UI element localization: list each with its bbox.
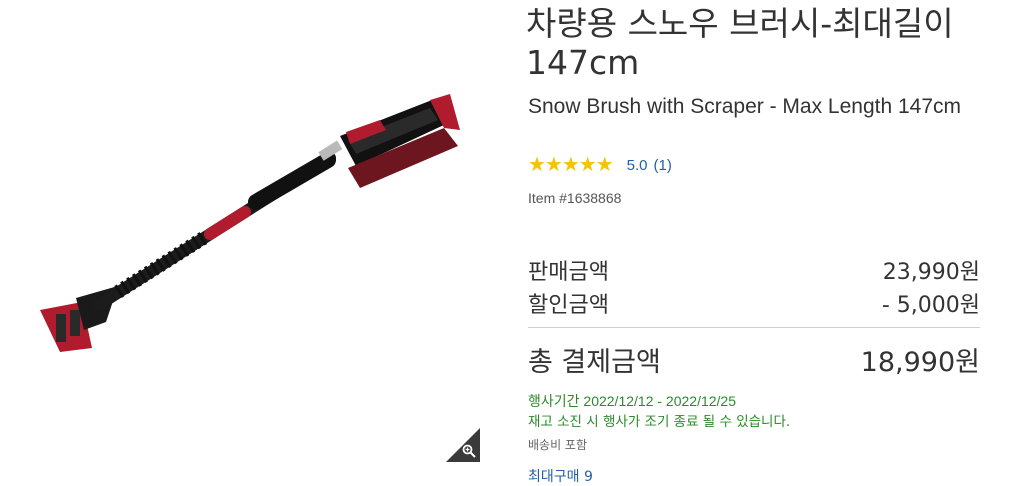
total-price-value: 18,990원 — [860, 347, 980, 378]
product-rating: ★★★★★ 5.0 (1) — [528, 154, 672, 176]
product-image-panel — [0, 0, 480, 476]
zoom-in-icon — [462, 444, 476, 458]
discount-value: - 5,000원 — [881, 293, 980, 318]
zoom-button[interactable] — [446, 428, 480, 462]
promo-notice: 재고 소진 시 행사가 조기 종료 될 수 있습니다. — [528, 414, 791, 430]
rating-stars-icon: ★★★★★ — [528, 154, 614, 176]
sale-price-value: 23,990원 — [882, 260, 980, 285]
product-title-korean: 차량용 스노우 브러시-최대길이147cm — [526, 4, 954, 82]
total-price-row: 총 결제금액 18,990원 — [528, 340, 980, 379]
sale-price-label: 판매금액 — [528, 260, 609, 285]
price-divider — [528, 327, 980, 328]
sale-price-row: 판매금액 23,990원 — [528, 254, 980, 286]
item-number: Item #1638868 — [528, 190, 622, 206]
max-purchase: 최대구매 9 — [528, 469, 593, 485]
total-price-label: 총 결제금액 — [528, 347, 661, 378]
discount-label: 할인금액 — [528, 293, 609, 318]
product-image — [40, 94, 460, 352]
shipping-note: 배송비 포함 — [528, 438, 588, 452]
discount-row: 할인금액 - 5,000원 — [528, 287, 980, 319]
rating-count-link[interactable]: (1) — [654, 157, 672, 174]
rating-score: 5.0 — [626, 156, 648, 174]
product-title-english: Snow Brush with Scraper - Max Length 147… — [528, 95, 962, 118]
promo-period: 행사기간 2022/12/12 - 2022/12/25 — [528, 393, 736, 409]
